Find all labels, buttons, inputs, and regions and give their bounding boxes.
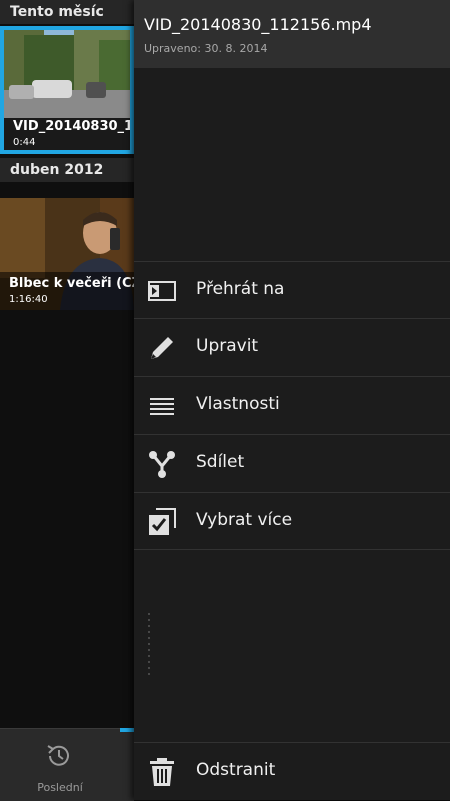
- panel-header: VID_20140830_112156.mp4 Upraveno: 30. 8.…: [134, 0, 450, 68]
- menu-label: Upravit: [196, 336, 259, 356]
- pencil-icon: [151, 337, 173, 359]
- play-on-icon: [148, 281, 176, 301]
- trash-icon: [150, 758, 174, 786]
- menu-item-play-on[interactable]: Přehrát na: [134, 261, 450, 318]
- menu-item-delete[interactable]: Odstranit: [134, 742, 450, 800]
- menu-label: Odstranit: [196, 760, 276, 780]
- modified-date: Upraveno: 30. 8. 2014: [144, 42, 268, 55]
- menu-item-select-multiple[interactable]: Vybrat více: [134, 492, 450, 549]
- video-title: Blbec k večeři (CZd: [9, 276, 134, 291]
- video-title: VID_20140830_11: [13, 119, 134, 134]
- section-header-april-2012: duben 2012: [0, 158, 134, 182]
- file-name: VID_20140830_112156.mp4: [144, 15, 372, 34]
- menu-item-share[interactable]: Sdílet: [134, 434, 450, 491]
- video-duration: 0:44: [13, 137, 36, 148]
- video-thumbnail[interactable]: Blbec k večeři (CZd 1:16:40: [0, 198, 134, 310]
- video-gallery: Tento měsíc VID_20140830_11 0:44 duben 2…: [0, 0, 134, 801]
- select-multiple-icon: [149, 508, 176, 535]
- menu-item-properties[interactable]: Vlastnosti: [134, 376, 450, 433]
- video-thumbnail-selected[interactable]: VID_20140830_11 0:44: [0, 26, 134, 154]
- menu-label: Přehrát na: [196, 279, 285, 299]
- section-header-this-month: Tento měsíc: [0, 0, 134, 24]
- recent-tab-label: Poslední: [37, 781, 83, 794]
- menu-label: Vybrat více: [196, 510, 293, 530]
- menu-label: Sdílet: [196, 452, 245, 472]
- menu-item-edit[interactable]: Upravit: [134, 318, 450, 375]
- tab-indicator: [120, 728, 134, 732]
- scroll-indicator: [148, 613, 150, 675]
- video-duration: 1:16:40: [9, 294, 48, 305]
- menu-divider: [134, 549, 450, 550]
- context-menu-panel: VID_20140830_112156.mp4 Upraveno: 30. 8.…: [134, 0, 450, 800]
- history-icon: [47, 745, 69, 766]
- properties-icon: [150, 398, 174, 415]
- share-icon: [149, 451, 175, 478]
- recent-tab[interactable]: Poslední: [0, 728, 134, 801]
- menu-label: Vlastnosti: [196, 394, 280, 414]
